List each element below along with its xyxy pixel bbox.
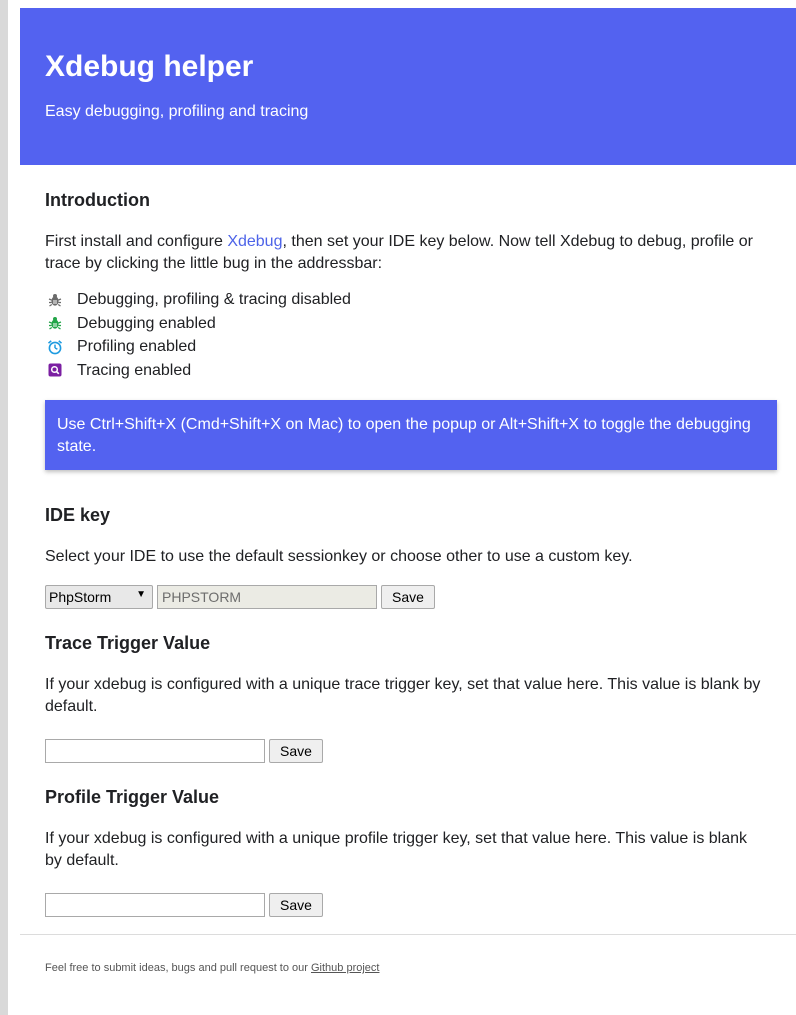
ide-select[interactable]: PhpStorm ▼ [45, 585, 153, 609]
state-debugging: Debugging enabled [45, 312, 771, 336]
trace-trigger-row: Save [45, 739, 771, 763]
ide-select-value: PhpStorm [49, 589, 112, 605]
options-page: Xdebug helper Easy debugging, profiling … [20, 8, 796, 1015]
trace-trigger-description: If your xdebug is configured with a uniq… [45, 676, 761, 715]
ide-key-save-button[interactable]: Save [381, 585, 435, 609]
trace-trigger-input[interactable] [45, 739, 265, 763]
github-project-link[interactable]: Github project [311, 962, 379, 974]
state-label: Debugging, profiling & tracing disabled [77, 291, 351, 308]
ide-key-input[interactable] [157, 585, 377, 609]
state-tracing: Tracing enabled [45, 359, 771, 383]
left-rail [0, 0, 8, 1015]
ide-key-row: PhpStorm ▼ Save [45, 585, 771, 609]
trace-trigger-save-button[interactable]: Save [269, 739, 323, 763]
profile-trigger-save-button[interactable]: Save [269, 893, 323, 917]
state-legend: Debugging, profiling & tracing disabled [45, 288, 771, 382]
footer-text: Feel free to submit ideas, bugs and pull… [45, 962, 311, 974]
xdebug-link[interactable]: Xdebug [227, 233, 282, 250]
main-content: Introduction First install and configure… [20, 189, 796, 917]
ide-key-description: Select your IDE to use the default sessi… [45, 548, 633, 565]
page-title: Xdebug helper [45, 50, 254, 83]
state-profiling: Profiling enabled [45, 335, 771, 359]
magnifier-icon [45, 361, 65, 379]
chevron-down-icon: ▼ [136, 589, 146, 600]
bug-green-icon [45, 314, 65, 332]
state-label: Debugging enabled [77, 314, 216, 332]
profile-trigger-input[interactable] [45, 893, 265, 917]
trace-trigger-heading: Trace Trigger Value [45, 633, 211, 653]
page-header: Xdebug helper Easy debugging, profiling … [20, 8, 796, 165]
introduction-text: First install and configure Xdebug, then… [45, 231, 775, 275]
state-label: Profiling enabled [77, 338, 197, 355]
ide-key-heading: IDE key [45, 505, 111, 525]
page-footer: Feel free to submit ideas, bugs and pull… [20, 962, 796, 974]
bug-gray-icon [45, 291, 65, 309]
footer-divider [20, 934, 796, 935]
left-gutter [8, 0, 20, 1015]
shortcut-hint-box: Use Ctrl+Shift+X (Cmd+Shift+X on Mac) to… [45, 400, 777, 470]
profile-trigger-row: Save [45, 893, 771, 917]
profile-trigger-description: If your xdebug is configured with a uniq… [45, 830, 748, 869]
state-label: Tracing enabled [77, 361, 192, 379]
introduction-heading: Introduction [45, 190, 150, 210]
profile-trigger-heading: Profile Trigger Value [45, 787, 220, 807]
alarm-clock-icon [45, 338, 65, 356]
page-subtitle: Easy debugging, profiling and tracing [45, 103, 309, 120]
intro-text-before-link: First install and configure [45, 233, 228, 250]
state-disabled: Debugging, profiling & tracing disabled [45, 288, 771, 312]
